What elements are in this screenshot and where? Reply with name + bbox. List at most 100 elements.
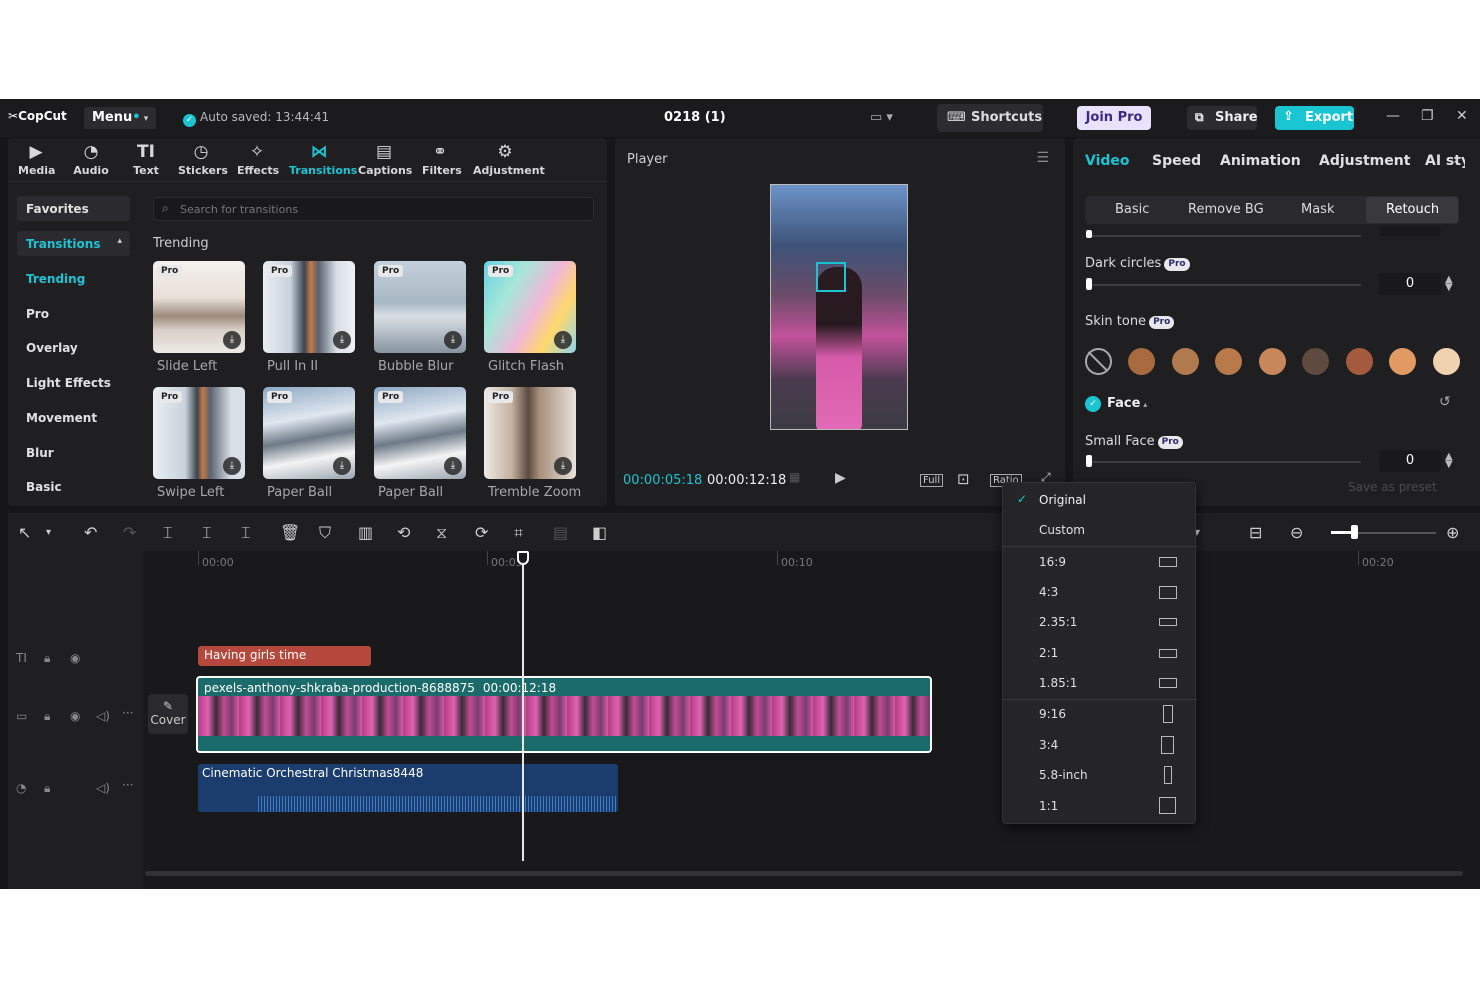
ratio-option-custom[interactable]: Custom (1003, 515, 1197, 545)
speaker-icon[interactable]: ◁) (96, 781, 110, 795)
save-as-preset-button[interactable]: Save as preset (1348, 480, 1437, 494)
delete-icon[interactable]: 🗑 (280, 523, 300, 542)
transition-thumbnail[interactable]: Pro ⤓ (153, 261, 245, 353)
audio-clip[interactable]: Cinematic Orchestral Christmas8448 (198, 764, 618, 812)
ratio-option-16-9[interactable]: 16:9 (1003, 547, 1197, 577)
transitions-search-input[interactable]: ⌕ Search for transitions (153, 197, 594, 221)
full-button[interactable]: Full (920, 474, 944, 487)
category-trending[interactable]: Trending (17, 266, 130, 291)
download-icon[interactable]: ⤓ (333, 331, 351, 349)
download-icon[interactable]: ⤓ (554, 457, 572, 475)
tab-video[interactable]: Video (1085, 153, 1130, 169)
tab-audio[interactable]: ◔ Audio (72, 142, 110, 177)
transition-thumbnail[interactable]: Pro ⤓ (484, 261, 576, 353)
skin-tone-swatch[interactable] (1389, 348, 1416, 375)
tab-animation[interactable]: Animation (1220, 153, 1301, 169)
download-icon[interactable]: ⤓ (444, 457, 462, 475)
category-transitions[interactable]: Transitions ▴ (17, 231, 130, 256)
face-label[interactable]: Face ▴ (1107, 396, 1147, 411)
tab-captions[interactable]: ▤ Captions (358, 142, 412, 177)
previous-slider-track[interactable] (1086, 235, 1361, 237)
chevron-down-icon[interactable]: ▾ (46, 527, 51, 538)
preview-axis-icon[interactable]: ⊟ (1249, 523, 1262, 542)
tab-filters[interactable]: ⚭ Filters (422, 142, 462, 177)
tab-transitions[interactable]: ⋈ Transitions (289, 142, 357, 177)
lock-icon[interactable]: 🔒︎ (44, 651, 50, 666)
skin-tone-swatch[interactable] (1128, 348, 1155, 375)
transition-thumbnail[interactable]: Pro ⤓ (263, 261, 355, 353)
transition-thumbnail[interactable]: Pro ⤓ (263, 387, 355, 479)
ratio-option-5-8-inch[interactable]: 5.8-inch (1003, 760, 1197, 790)
export-button[interactable]: ⇪ Export (1275, 106, 1354, 130)
skin-tone-swatch[interactable] (1345, 348, 1373, 375)
auto-captions-icon[interactable]: ▤ (553, 523, 568, 542)
previous-slider-knob[interactable] (1086, 230, 1092, 238)
hamburger-menu-icon[interactable]: ☰ (1036, 150, 1049, 166)
mirror-icon[interactable]: ⧖ (436, 523, 447, 543)
rotate-icon[interactable]: ⟳ (475, 523, 488, 542)
auto-reframe-icon[interactable]: ◧ (592, 523, 607, 542)
speaker-icon[interactable]: ◁) (96, 709, 110, 723)
screenshot-icon[interactable]: ⊡ (957, 470, 970, 488)
restore-icon[interactable]: ❐ (1421, 108, 1434, 124)
stepper-arrows-icon[interactable]: ▲ ▼ (1445, 275, 1453, 293)
ratio-option-1-1[interactable]: 1:1 (1003, 791, 1197, 821)
subtab-retouch[interactable]: Retouch (1386, 202, 1439, 217)
category-favorites[interactable]: Favorites (17, 196, 130, 221)
skin-tone-swatch[interactable] (1302, 348, 1329, 375)
reset-icon[interactable]: ↺ (1439, 394, 1451, 410)
small-face-value-field[interactable]: 0 (1379, 450, 1441, 472)
crop-icon[interactable]: ⌗ (514, 523, 523, 543)
split-icon[interactable]: ⌶ (163, 523, 173, 543)
category-blur[interactable]: Blur (17, 440, 130, 465)
no-skin-tone-icon[interactable] (1085, 348, 1112, 375)
shortcuts-button[interactable]: ⌨ Shortcuts (937, 104, 1043, 132)
undo-icon[interactable]: ↶ (84, 523, 97, 542)
tab-ai-stylize[interactable]: AI styli (1425, 153, 1465, 169)
tab-stickers[interactable]: ◷ Stickers (178, 142, 228, 177)
more-icon[interactable]: ··· (122, 706, 133, 720)
playhead[interactable] (522, 551, 524, 861)
tab-text[interactable]: TI Text (130, 142, 162, 177)
transition-thumbnail[interactable]: Pro ⤓ (484, 387, 576, 479)
tab-adjustment[interactable]: ⚙ Adjustment (473, 142, 545, 177)
eye-icon[interactable]: ◉ (70, 709, 80, 723)
share-button[interactable]: ⧉ Share (1187, 106, 1258, 130)
select-tool-icon[interactable]: ↖ (18, 523, 31, 542)
ratio-option-4-3[interactable]: 4:3 (1003, 577, 1197, 607)
freeze-icon[interactable]: ▥ (358, 523, 373, 542)
zoom-in-icon[interactable]: ⊕ (1446, 523, 1459, 542)
play-icon[interactable]: ▶ (835, 470, 846, 486)
video-preview[interactable] (770, 184, 908, 430)
reverse-icon[interactable]: ⟲ (397, 523, 410, 542)
minimize-icon[interactable]: — (1386, 108, 1400, 124)
zoom-out-icon[interactable]: ⊖ (1290, 523, 1303, 542)
ratio-option-9-16[interactable]: 9:16 (1003, 699, 1197, 729)
eye-icon[interactable]: ◉ (70, 651, 80, 665)
redo-icon[interactable]: ↷ (123, 523, 136, 542)
category-overlay[interactable]: Overlay (17, 335, 130, 360)
marker-icon[interactable]: ⛉ (319, 523, 331, 543)
project-title[interactable]: 0218 (1) (664, 110, 726, 125)
tab-effects[interactable]: ✧ Effects (237, 142, 279, 177)
dark-circles-value-field[interactable]: 0 (1379, 273, 1441, 295)
download-icon[interactable]: ⤓ (444, 331, 462, 349)
download-icon[interactable]: ⤓ (333, 457, 351, 475)
dark-circles-slider-knob[interactable] (1086, 278, 1092, 290)
stepper-arrows-icon[interactable]: ▲ ▼ (1445, 452, 1453, 470)
ratio-option-2-1[interactable]: 2:1 (1003, 638, 1197, 668)
transition-thumbnail[interactable]: Pro ⤓ (374, 387, 466, 479)
category-movement[interactable]: Movement (17, 405, 130, 430)
small-face-slider-knob[interactable] (1086, 455, 1092, 467)
text-clip[interactable]: Having girls time (198, 646, 371, 666)
download-icon[interactable]: ⤓ (223, 331, 241, 349)
ratio-option-3-4[interactable]: 3:4 (1003, 730, 1197, 760)
close-icon[interactable]: ✕ (1456, 108, 1468, 124)
chevron-right-icon[interactable]: › (1453, 152, 1459, 168)
subtab-remove-bg[interactable]: Remove BG (1188, 202, 1264, 217)
lock-icon[interactable]: 🔒︎ (44, 781, 50, 796)
grid-icon[interactable]: ▦ (789, 470, 800, 484)
split-left-icon[interactable]: ⌶ (202, 523, 212, 543)
layout-icon[interactable]: ▭ ▾ (870, 110, 893, 125)
transition-thumbnail[interactable]: Pro ⤓ (374, 261, 466, 353)
